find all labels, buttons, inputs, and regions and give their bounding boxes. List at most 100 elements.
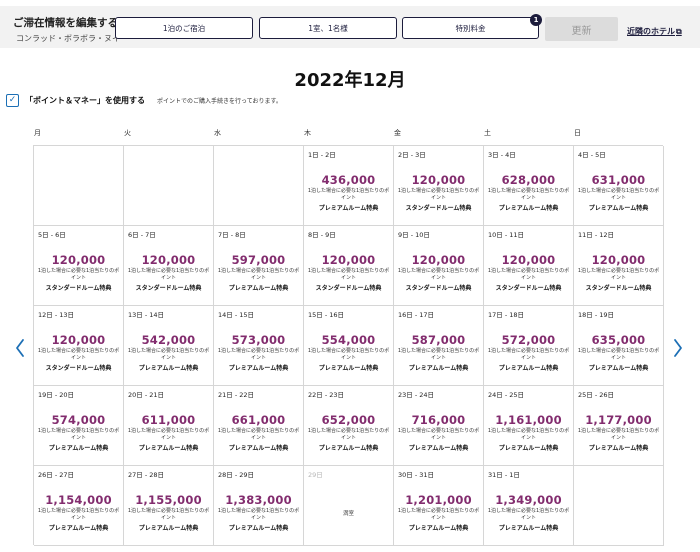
room-type-label: プレミアムルーム特典: [408, 365, 469, 372]
calendar-day-cell[interactable]: 4日 - 5日 631,000 1泊した場合に必要な1泊当たりのポイント プレミアムル…: [574, 146, 664, 226]
room-type-label: プレミアムルーム特典: [48, 525, 109, 532]
date-range: 30日 - 31日: [398, 471, 435, 479]
calendar-day-cell: [574, 466, 664, 546]
calendar-day-cell[interactable]: 12日 - 13日 120,000 1泊した場合に必要な1泊当たりのポイント スタンダ…: [34, 306, 124, 386]
calendar-day-cell[interactable]: 7日 - 8日 597,000 1泊した場合に必要な1泊当たりのポイントプレミアムル…: [214, 226, 304, 306]
points-price: 120,000: [321, 253, 376, 267]
points-price: 120,000: [51, 333, 106, 347]
points-price: 716,000: [411, 413, 466, 427]
calendar-day-cell[interactable]: 27日 - 28日 1,155,000 1泊した場合に必要な1泊当たりのポイント プレ…: [124, 466, 214, 546]
calendar-day-cell[interactable]: 11日 - 12日 120,000 1泊した場合に必要な1泊当たりのポイント スタンダ…: [574, 226, 664, 306]
room-type-label: プレミアムルーム特典: [228, 525, 289, 532]
calendar-day-cell[interactable]: 13日 - 14日 542,000 1泊した場合に必要な1泊当たりのポイント プレミア…: [124, 306, 214, 386]
calendar-day-cell[interactable]: 29日 満室: [304, 466, 394, 546]
calendar-day-cell[interactable]: 10日 - 11日 120,000 1泊した場合に必要な1泊当たりのポイント スタンダ…: [484, 226, 574, 306]
points-note: 1泊した場合に必要な1泊当たりのポイント: [217, 268, 300, 281]
calendar-day-cell[interactable]: 16日 - 17日 587,000 1泊した場合に必要な1泊当たりのポイント プレミア…: [394, 306, 484, 386]
calendar-day-cell[interactable]: 25日 - 26日 1,177,000 1泊した場合に必要な1泊当たりのポイント プレ…: [574, 386, 664, 466]
nearby-hotels-link[interactable]: 近隣のホテル⧉: [627, 26, 682, 37]
points-price: 542,000: [141, 333, 196, 347]
calendar-day-cell[interactable]: 22日 - 23日 652,000 1泊した場合に必要な1泊当たりのポイント プレミア…: [304, 386, 394, 466]
points-money-label: 「ポイント＆マネー」を使用する: [25, 95, 145, 105]
checkmark-icon[interactable]: ✓: [6, 93, 19, 107]
calendar-day-cell[interactable]: 28日 - 29日 1,383,000 1泊した場合に必要な1泊当たりのポイント プレ…: [214, 466, 304, 546]
date-range: 1日 - 2日: [308, 151, 336, 159]
rate-count-badge: 1: [530, 14, 542, 26]
calendar-day-cell[interactable]: 14日 - 15日 573,000 1泊した場合に必要な1泊当たりのポイント プレミア…: [214, 306, 304, 386]
points-note: 1泊した場合に必要な1泊当たりのポイント: [487, 508, 570, 521]
room-type-label: スタンダードルーム特典: [45, 285, 112, 292]
date-range: 26日 - 27日: [38, 471, 75, 479]
calendar-day-cell[interactable]: 9日 - 10日 120,000 1泊した場合に必要な1泊当たりのポイント スタンダー…: [394, 226, 484, 306]
calendar-day-cell[interactable]: 31日 - 1日 1,349,000 1泊した場合に必要な1泊当たりのポイント プレミ…: [484, 466, 574, 546]
external-link-icon: ⧉: [676, 27, 682, 36]
calendar-day-cell[interactable]: 21日 - 22日 661,000 1泊した場合に必要な1泊当たりのポイント プレミア…: [214, 386, 304, 466]
chevron-right-icon[interactable]: [671, 337, 685, 359]
calendar-day-cell[interactable]: 5日 - 6日 120,000 1泊した場合に必要な1泊当たりのポイント スタンダード…: [34, 226, 124, 306]
room-type-label: スタンダードルーム特典: [495, 285, 562, 292]
points-note: 1泊した場合に必要な1泊当たりのポイント: [487, 428, 570, 441]
calendar-day-cell[interactable]: 19日 - 20日 574,000 1泊した場合に必要な1泊当たりのポイント プレミア…: [34, 386, 124, 466]
calendar-day-cell[interactable]: 3日 - 4日 628,000 1泊した場合に必要な1泊当たりのポイント プレミアムル…: [484, 146, 574, 226]
date-range: 11日 - 12日: [578, 231, 615, 239]
room-type-label: スタンダードルーム特典: [45, 365, 112, 372]
date-range: 5日 - 6日: [38, 231, 66, 239]
points-note: 1泊した場合に必要な1泊当たりのポイント: [307, 428, 390, 441]
date-range: 14日 - 15日: [218, 311, 255, 319]
weekday-label: 金: [394, 129, 401, 137]
calendar-day-cell[interactable]: 2日 - 3日 120,000 1泊した場合に必要な1泊当たりのポイント スタンダード…: [394, 146, 484, 226]
date-range: 3日 - 4日: [488, 151, 516, 159]
update-button[interactable]: 更新: [545, 17, 618, 41]
points-price: 611,000: [141, 413, 196, 427]
calendar-day-cell[interactable]: 18日 - 19日 635,000 1泊した場合に必要な1泊当たりのポイント プレミア…: [574, 306, 664, 386]
calendar-day-cell[interactable]: 24日 - 25日 1,161,000 1泊した場合に必要な1泊当たりのポイント プレ…: [484, 386, 574, 466]
points-price: 573,000: [231, 333, 286, 347]
weekday-label: 月: [34, 129, 41, 137]
date-range: 28日 - 29日: [218, 471, 255, 479]
room-type-label: プレミアムルーム特典: [138, 525, 199, 532]
points-price: 120,000: [51, 253, 106, 267]
guests-selector[interactable]: 1室、1名様: [259, 17, 397, 39]
points-money-note: ポイントでのご購入手続きを行っております。: [157, 97, 282, 105]
date-range: 21日 - 22日: [218, 391, 255, 399]
points-note: 1泊した場合に必要な1泊当たりのポイント: [397, 428, 480, 441]
nights-selector[interactable]: 1泊のご宿泊: [115, 17, 253, 39]
points-price: 631,000: [591, 173, 646, 187]
points-note: 1泊した場合に必要な1泊当たりのポイント: [397, 268, 480, 281]
points-note: 1泊した場合に必要な1泊当たりのポイント: [37, 348, 120, 361]
points-price: 436,000: [321, 173, 376, 187]
date-range: 7日 - 8日: [218, 231, 246, 239]
calendar-day-cell[interactable]: 6日 - 7日 120,000 1泊した場合に必要な1泊当たりのポイント スタンダード…: [124, 226, 214, 306]
calendar-day-cell[interactable]: 30日 - 31日 1,201,000 1泊した場合に必要な1泊当たりのポイント プレ…: [394, 466, 484, 546]
room-type-label: プレミアムルーム特典: [498, 525, 559, 532]
points-money-toggle[interactable]: ✓ 「ポイント＆マネー」を使用する ポイントでのご購入手続きを行っております。: [6, 93, 282, 107]
room-type-label: プレミアムルーム特典: [138, 365, 199, 372]
special-rate-selector[interactable]: 特別料金 1: [402, 14, 542, 39]
points-note: 1泊した場合に必要な1泊当たりのポイント: [397, 348, 480, 361]
calendar-day-cell[interactable]: 8日 - 9日 120,000 1泊した場合に必要な1泊当たりのポイント スタンダード…: [304, 226, 394, 306]
calendar-day-cell[interactable]: 15日 - 16日 554,000 1泊した場合に必要な1泊当たりのポイント プレミア…: [304, 306, 394, 386]
calendar-day-cell[interactable]: 26日 - 27日 1,154,000 1泊した場合に必要な1泊当たりのポイント プレ…: [34, 466, 124, 546]
points-price: 597,000: [231, 253, 286, 267]
calendar-day-cell[interactable]: 23日 - 24日 716,000 1泊した場合に必要な1泊当たりのポイント プレミア…: [394, 386, 484, 466]
room-type-label: スタンダードルーム特典: [315, 285, 382, 292]
room-type-label: プレミアムルーム特典: [588, 445, 649, 452]
points-price: 554,000: [321, 333, 376, 347]
calendar-day-cell[interactable]: 1日 - 2日 436,000 1泊した場合に必要な1泊当たりのポイント プレミアムル…: [304, 146, 394, 226]
chevron-left-icon[interactable]: [13, 337, 27, 359]
date-range: 8日 - 9日: [308, 231, 336, 239]
calendar-day-cell[interactable]: 17日 - 18日 572,000 1泊した場合に必要な1泊当たりのポイント プレミア…: [484, 306, 574, 386]
points-note: 1泊した場合に必要な1泊当たりのポイント: [487, 188, 570, 201]
room-type-label: プレミアムルーム特典: [498, 445, 559, 452]
room-type-label: プレミアムルーム特典: [228, 285, 289, 292]
points-price: 120,000: [141, 253, 196, 267]
hotel-name: コンラッド・ボラボラ・ヌイ: [16, 34, 120, 43]
sold-out-label: 満室: [342, 511, 354, 517]
points-price: 1,177,000: [585, 413, 652, 427]
room-type-label: スタンダードルーム特典: [585, 285, 652, 292]
calendar-day-cell[interactable]: 20日 - 21日 611,000 1泊した場合に必要な1泊当たりのポイント プレミア…: [124, 386, 214, 466]
points-note: 1泊した場合に必要な1泊当たりのポイント: [127, 508, 210, 521]
month-title: 2022年12月: [294, 70, 406, 91]
room-type-label: スタンダードルーム特典: [135, 285, 202, 292]
points-price: 661,000: [231, 413, 286, 427]
